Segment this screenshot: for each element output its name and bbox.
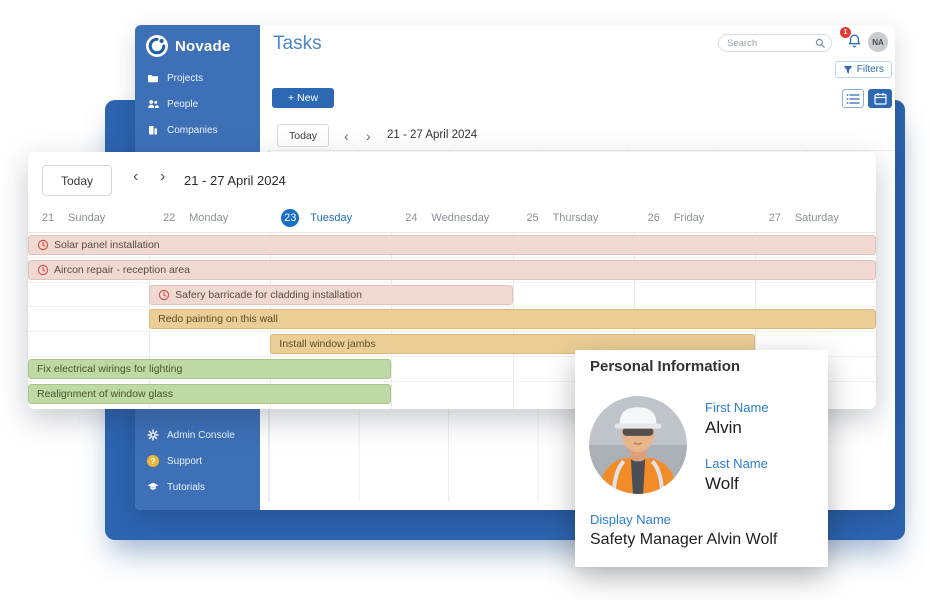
day-number: 22 (160, 209, 178, 227)
profile-photo (589, 396, 687, 494)
calendar-next-chevron[interactable]: › (160, 168, 165, 186)
search-icon (815, 38, 826, 49)
list-icon (846, 93, 860, 105)
day-number: 24 (402, 209, 420, 227)
day-number: 23 (281, 209, 299, 227)
task-row: Aircon repair - reception area (28, 258, 876, 283)
day-name: Saturday (795, 212, 839, 224)
day-header-sunday: 21 Sunday (28, 204, 149, 232)
new-task-button[interactable]: + New (272, 88, 334, 108)
task-label: Install window jambs (279, 338, 375, 350)
task-row: Redo painting on this wall (28, 307, 876, 332)
page-title: Tasks (273, 33, 322, 55)
day-name: Monday (189, 212, 228, 224)
brand: Novade (135, 25, 260, 65)
sidebar-item-companies[interactable]: Companies (135, 117, 260, 143)
next-week-chevron[interactable]: › (366, 126, 371, 146)
search-box (718, 34, 832, 52)
page: Novade Projects People (0, 0, 930, 600)
brand-name: Novade (175, 38, 230, 55)
notifications-button[interactable]: 1 (846, 33, 863, 50)
day-header-saturday: 27 Saturday (755, 204, 876, 232)
sidebar-item-admin-console[interactable]: Admin Console (135, 422, 260, 448)
calendar-date-range: 21 - 27 April 2024 (184, 173, 286, 188)
list-view-toggle[interactable] (842, 89, 864, 108)
day-name: Thursday (553, 212, 599, 224)
sidebar-item-label: Tutorials (167, 482, 205, 493)
task-row: Safery barricade for cladding installati… (28, 283, 876, 308)
day-name: Sunday (68, 212, 105, 224)
day-name: Tuesday (310, 212, 352, 224)
first-name-label: First Name (705, 400, 769, 415)
last-name-value: Wolf (705, 474, 739, 494)
overdue-clock-icon (158, 289, 170, 301)
people-icon (147, 98, 159, 110)
sidebar-item-tutorials[interactable]: Tutorials (135, 474, 260, 500)
user-avatar[interactable]: NA (868, 32, 888, 52)
prev-week-chevron[interactable]: ‹ (344, 126, 349, 146)
day-name: Friday (674, 212, 705, 224)
sidebar-item-label: Projects (167, 73, 203, 84)
last-name-label: Last Name (705, 456, 768, 471)
graduation-cap-icon (147, 481, 159, 493)
day-number: 27 (766, 209, 784, 227)
task-bar[interactable]: Safery barricade for cladding installati… (149, 285, 512, 305)
task-label: Safery barricade for cladding installati… (175, 289, 362, 301)
calendar-view-toggle[interactable] (868, 89, 892, 108)
sidebar-item-label: People (167, 99, 198, 110)
task-bar[interactable]: Aircon repair - reception area (28, 260, 876, 280)
day-header-monday: 22 Monday (149, 204, 270, 232)
day-number: 25 (524, 209, 542, 227)
overdue-clock-icon (37, 264, 49, 276)
worker-avatar-illustration (589, 396, 687, 494)
search-input[interactable] (727, 35, 815, 51)
task-bar[interactable]: Fix electrical wirings for lighting (28, 359, 391, 379)
task-label: Aircon repair - reception area (54, 264, 190, 276)
task-label: Realignment of window glass (37, 388, 173, 400)
sidebar-item-projects[interactable]: Projects (135, 65, 260, 91)
sidebar-item-support[interactable]: ? Support (135, 448, 260, 474)
display-name-label: Display Name (590, 512, 671, 527)
help-icon: ? (147, 455, 159, 467)
day-number: 21 (39, 209, 57, 227)
sidebar-item-label: Companies (167, 125, 218, 136)
day-header-wednesday: 24 Wednesday (391, 204, 512, 232)
task-label: Fix electrical wirings for lighting (37, 363, 182, 375)
filters-button[interactable]: Filters (835, 61, 892, 78)
notification-badge: 1 (840, 27, 851, 38)
calendar-icon (874, 92, 887, 105)
display-name-value: Safety Manager Alvin Wolf (590, 531, 777, 549)
folder-icon (147, 72, 159, 84)
task-bar[interactable]: Redo painting on this wall (149, 309, 876, 329)
task-bar[interactable]: Solar panel installation (28, 235, 876, 255)
sidebar-item-label: Support (167, 456, 202, 467)
task-label: Redo painting on this wall (158, 313, 278, 325)
novade-logo-icon (146, 35, 168, 57)
filters-label: Filters (857, 64, 884, 75)
day-header-tuesday: 23 Tuesday (270, 204, 391, 232)
task-row: Solar panel installation (28, 233, 876, 258)
building-icon (147, 124, 159, 136)
filter-icon (843, 65, 853, 75)
overdue-clock-icon (37, 239, 49, 251)
calendar-today-button[interactable]: Today (42, 165, 112, 196)
day-header-friday: 26 Friday (634, 204, 755, 232)
gear-icon (147, 429, 159, 441)
day-header-thursday: 25 Thursday (513, 204, 634, 232)
date-range: 21 - 27 April 2024 (387, 129, 477, 141)
task-label: Solar panel installation (54, 239, 160, 251)
calendar-prev-chevron[interactable]: ‹ (133, 168, 138, 186)
today-button[interactable]: Today (277, 124, 329, 147)
day-number: 26 (645, 209, 663, 227)
card-title: Personal Information (590, 358, 740, 375)
day-header-row: 21 Sunday 22 Monday 23 Tuesday 24 Wednes… (28, 204, 876, 232)
task-bar[interactable]: Realignment of window glass (28, 384, 391, 404)
personal-information-card: Personal Information (575, 350, 828, 567)
first-name-value: Alvin (705, 418, 742, 438)
sidebar-footer: Admin Console ? Support Tutorials (135, 422, 260, 500)
sidebar-item-people[interactable]: People (135, 91, 260, 117)
day-name: Wednesday (431, 212, 489, 224)
sidebar-item-label: Admin Console (167, 430, 235, 441)
